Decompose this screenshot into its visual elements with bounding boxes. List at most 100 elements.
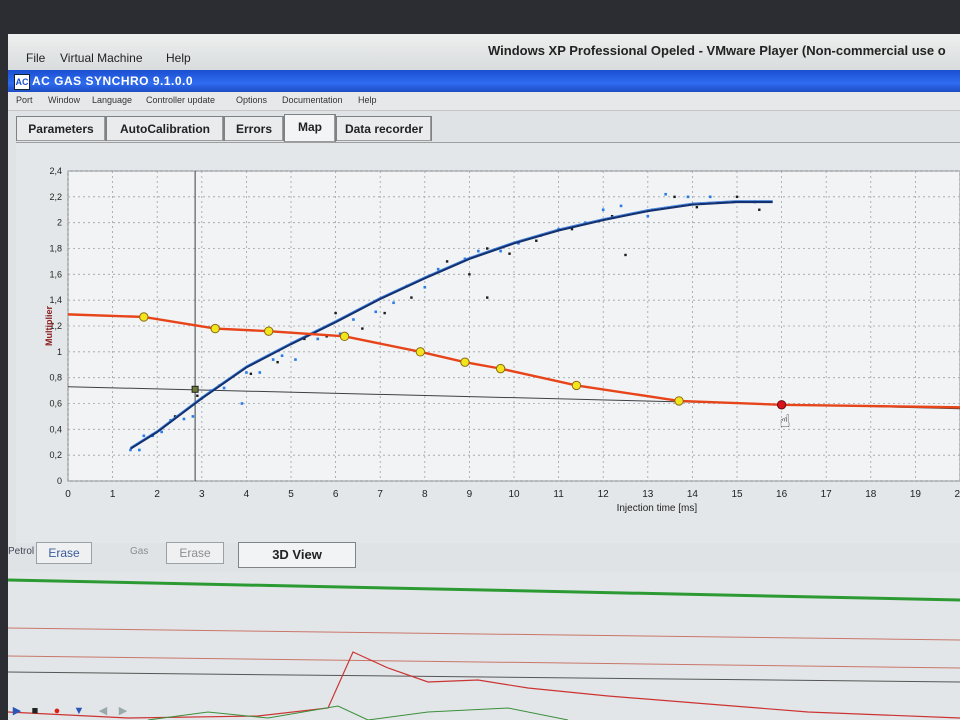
sample-point-blue: [477, 249, 480, 253]
sample-point-blue: [423, 285, 427, 289]
map-point: [460, 357, 470, 367]
sample-point-blue: [258, 371, 262, 374]
sample-point-blue: [245, 371, 248, 374]
x-tick-label: 19: [910, 489, 922, 500]
x-tick-label: 7: [377, 489, 383, 500]
down-icon[interactable]: ▼: [72, 704, 86, 718]
data-recorder-strip: ▶ ■ ● ▼ ◀ ▶: [8, 572, 960, 720]
selected-map-point: [776, 400, 787, 410]
sample-point-black: [445, 260, 449, 263]
cursor-marker: [191, 385, 199, 393]
sample-point-blue: [374, 310, 378, 314]
sample-point-black: [249, 372, 253, 375]
x-tick-label: 20: [954, 489, 960, 500]
x-tick-label: 8: [422, 489, 428, 500]
gas-erase-button[interactable]: Erase: [166, 542, 224, 564]
menu-options[interactable]: Options: [236, 95, 267, 105]
map-point: [571, 380, 582, 391]
sample-point-blue: [352, 318, 355, 321]
map-point: [264, 326, 274, 336]
x-tick-label: 10: [508, 489, 520, 500]
sample-point-black: [468, 273, 471, 276]
tab-data-recorder[interactable]: Data recorder: [336, 116, 432, 141]
map-point: [210, 323, 220, 334]
trace-line-2: [8, 655, 960, 669]
sample-point-blue: [138, 448, 141, 452]
tab-errors[interactable]: Errors: [224, 116, 284, 141]
petrol-erase-button[interactable]: Erase: [36, 542, 92, 564]
x-tick-label: 15: [731, 489, 743, 500]
x-tick-label: 14: [687, 489, 699, 500]
trace-green: [147, 705, 569, 720]
recorder-toolbar: ▶ ■ ● ▼ ◀ ▶: [8, 700, 148, 720]
tab-map[interactable]: Map: [284, 114, 336, 142]
sample-point-black: [508, 252, 511, 255]
y-tick-label: 0,4: [49, 424, 62, 434]
sample-point-blue: [222, 386, 226, 390]
gas-label: Gas: [130, 546, 149, 557]
tab-parameters[interactable]: Parameters: [16, 116, 106, 141]
map-chart[interactable]: 0123456789101112131415161718192000,20,40…: [16, 143, 960, 543]
sample-point-blue: [646, 214, 650, 218]
sample-point-black: [334, 311, 337, 315]
vm-menu-help[interactable]: Help: [166, 51, 191, 65]
menu-documentation[interactable]: Documentation: [282, 95, 343, 105]
y-tick-label: 1,6: [49, 269, 62, 279]
sample-point-black: [735, 195, 739, 199]
sample-point-blue: [142, 434, 146, 438]
back-icon[interactable]: ◀: [96, 704, 110, 718]
menu-port[interactable]: Port: [16, 95, 33, 105]
x-tick-label: 13: [642, 489, 654, 500]
map-point: [674, 396, 684, 406]
menu-window[interactable]: Window: [48, 95, 80, 105]
sample-point-blue: [499, 249, 502, 253]
forward-icon[interactable]: ▶: [116, 704, 130, 718]
x-tick-label: 1: [110, 489, 116, 500]
y-tick-label: 2,2: [49, 192, 62, 202]
map-point: [339, 331, 350, 342]
x-tick-label: 11: [553, 489, 564, 500]
y-tick-label: 1,8: [49, 244, 62, 254]
menu-language[interactable]: Language: [92, 95, 132, 105]
app-title: AC GAS SYNCHRO 9.1.0.0: [32, 74, 194, 88]
tab-autocalibration[interactable]: AutoCalibration: [106, 116, 224, 141]
x-tick-label: 6: [333, 489, 339, 500]
menu-controller-update[interactable]: Controller update: [146, 95, 215, 105]
y-tick-label: 0,6: [49, 399, 62, 409]
3d-view-button[interactable]: 3D View: [238, 542, 356, 568]
sample-point-black: [486, 247, 489, 250]
menu-help[interactable]: Help: [358, 95, 377, 105]
petrol-label: Petrol: [8, 546, 35, 557]
sample-point-blue: [271, 358, 275, 361]
sample-point-black: [758, 208, 761, 211]
x-tick-label: 12: [598, 489, 610, 500]
vm-screen: File Virtual Machine Help Windows XP Pro…: [8, 34, 960, 720]
sample-point-black: [486, 296, 489, 299]
y-tick-label: 2,4: [49, 166, 62, 176]
x-tick-label: 2: [154, 489, 160, 500]
sample-point-blue: [240, 402, 244, 405]
sample-point-blue: [294, 358, 297, 361]
y-tick-label: 0,2: [49, 450, 62, 460]
y-tick-label: 1: [57, 347, 62, 357]
sample-point-black: [383, 311, 386, 315]
stop-icon[interactable]: ■: [28, 704, 42, 718]
map-point: [495, 363, 506, 374]
sample-point-black: [276, 360, 279, 364]
trace-line-1: [8, 627, 960, 641]
vm-menu-virtual-machine[interactable]: Virtual Machine: [60, 51, 143, 65]
sample-point-blue: [280, 354, 284, 358]
sample-point-blue: [619, 204, 623, 208]
app-logo-icon: AC: [14, 74, 30, 90]
sample-point-black: [196, 394, 199, 397]
x-tick-label: 3: [199, 489, 205, 500]
sample-point-blue: [392, 301, 395, 305]
vm-menu-file[interactable]: File: [26, 51, 45, 65]
sample-point-blue: [182, 417, 186, 421]
sample-point-blue: [686, 195, 690, 199]
x-tick-label: 4: [244, 489, 250, 500]
sample-point-black: [695, 205, 699, 209]
record-icon[interactable]: ●: [50, 704, 64, 718]
sample-point-blue: [316, 337, 320, 341]
play-icon[interactable]: ▶: [10, 704, 24, 718]
